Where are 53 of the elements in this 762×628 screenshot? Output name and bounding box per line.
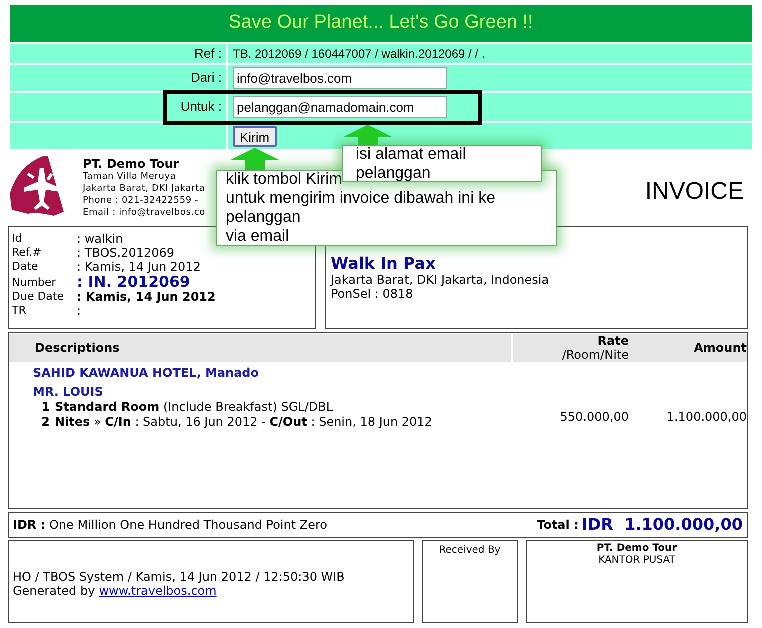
field-label: TR	[12, 304, 28, 318]
field-value: : Kamis, 14 Jun 2012	[77, 260, 201, 274]
input-field[interactable]: pelanggan@namadomain.com	[233, 96, 447, 118]
form-label: Ref :	[194, 44, 222, 63]
banner-title: Save Our Planet... Let's Go Green !!	[228, 11, 534, 36]
office-name: KANTOR PUSAT	[598, 555, 676, 567]
field-value: : IN. 2012069	[77, 274, 190, 290]
input-field[interactable]: info@travelbos.com	[233, 67, 447, 89]
arrow-icon	[231, 148, 279, 170]
customer-name: Walk In Pax	[331, 255, 437, 273]
column-subheader: /Room/Nite	[562, 348, 629, 362]
quantity: 2	[40, 415, 50, 430]
column-header: Rate	[598, 334, 629, 348]
column-header: Descriptions	[35, 340, 120, 357]
company-address: Jakarta Barat, DKI Jakarta	[83, 183, 206, 195]
form-label: Dari :	[190, 69, 222, 88]
company-address: Email : info@travelbos.co	[83, 207, 206, 219]
customer-address: Jakarta Barat, DKI Jakarta, Indonesia	[331, 273, 550, 287]
send-button[interactable]: Kirim	[233, 126, 277, 146]
field-label: Number	[12, 276, 58, 290]
received-label: Received By	[439, 544, 501, 558]
amount-value: 1.100.000,00	[666, 409, 747, 426]
company-name: PT. Demo Tour	[83, 157, 180, 171]
field-value: : TBOS.2012069	[77, 246, 175, 260]
form-label: Untuk :	[180, 98, 222, 116]
total-value: IDR 1.100.000,00	[582, 514, 743, 536]
item-description: Nites » C/In : Sabtu, 16 Jun 2012 - C/Out : Senin, 18 Jun 2012	[55, 415, 432, 430]
field-label: Date	[12, 260, 40, 274]
rate-value: 550.000,00	[560, 409, 629, 426]
field-label: Due Date	[12, 290, 65, 304]
customer-address: PonSel : 0818	[331, 287, 414, 301]
company-address: Phone : 021-32422559 -	[83, 195, 200, 207]
hotel-name: SAHID KAWANUA HOTEL, Manado	[33, 366, 260, 381]
total-label: Total :	[537, 517, 579, 534]
column-header: Amount	[694, 340, 747, 357]
field-value: :	[77, 304, 82, 318]
signer-name: PT. Demo Tour	[596, 543, 678, 555]
field-value: : Kamis, 14 Jun 2012	[77, 290, 216, 304]
field-label: Id	[12, 232, 24, 246]
website-link[interactable]: www.travelbos.com	[99, 584, 217, 598]
company-address: Taman Villa Meruya	[83, 171, 178, 183]
item-description: Standard Room (Include Breakfast) SGL/DBL	[55, 400, 334, 415]
field-value: : walkin	[77, 232, 124, 246]
guest-name: MR. LOUIS	[33, 385, 104, 400]
system-info: HO / TBOS System / Kamis, 14 Jun 2012 / 12:50:30 WIB	[13, 570, 346, 584]
field-label: Ref.#	[12, 246, 43, 260]
ref-value: TB. 2012069 / 160447007 / walkin.2012069 / / .	[233, 46, 486, 62]
generated-label: Generated by	[13, 584, 96, 598]
quantity: 1	[40, 400, 50, 415]
amount-in-words: IDR : One Million One Hundred Thousand Point Zero	[13, 517, 328, 534]
invoice-title: INVOICE	[645, 177, 744, 207]
arrow-icon	[344, 125, 392, 147]
callout: isi alamat email pelanggan	[342, 145, 542, 182]
